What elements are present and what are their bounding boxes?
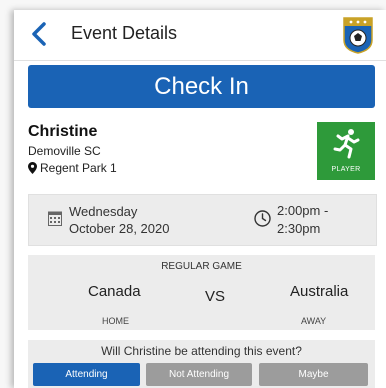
location-label: Regent Park 1	[40, 161, 117, 175]
home-team-name: Canada	[88, 283, 141, 300]
role-label: PLAYER	[331, 166, 361, 173]
map-pin-icon	[28, 162, 37, 174]
event-day: Wednesday	[69, 204, 138, 219]
page-title: Event Details	[71, 23, 178, 43]
attending-button[interactable]: Attending	[33, 363, 140, 386]
runner-icon	[333, 129, 360, 159]
header-bar: Event Details	[14, 10, 386, 61]
attendance-panel: Will Christine be attending this event? …	[28, 340, 375, 388]
home-label: HOME	[102, 316, 129, 326]
not-attending-button[interactable]: Not Attending	[146, 363, 252, 386]
role-badge: PLAYER	[317, 122, 375, 180]
clock-icon	[254, 210, 271, 227]
matchup-panel: REGULAR GAME Canada VS Australia HOME AW…	[28, 255, 375, 330]
back-chevron-icon[interactable]	[28, 20, 50, 48]
check-in-button[interactable]: Check In	[28, 65, 375, 108]
event-time-start: 2:00pm -	[277, 203, 329, 218]
versus-label: VS	[205, 288, 226, 305]
player-name: Christine	[28, 123, 98, 140]
team-logo-icon	[343, 17, 373, 54]
away-team-name: Australia	[290, 283, 349, 300]
event-date: October 28, 2020	[69, 221, 170, 236]
event-details-screen: Event Details Check In Christine Demovil…	[14, 10, 386, 388]
event-time-end: 2:30pm	[277, 221, 321, 236]
attendance-question: Will Christine be attending this event?	[101, 344, 302, 358]
game-type: REGULAR GAME	[161, 261, 242, 272]
calendar-icon	[48, 211, 62, 226]
maybe-button[interactable]: Maybe	[259, 363, 368, 386]
club-name: Demoville SC	[28, 144, 101, 158]
location-row[interactable]: Regent Park 1	[28, 161, 117, 175]
away-label: AWAY	[301, 316, 327, 326]
date-time-panel: Wednesday October 28, 2020 2:00pm - 2:30…	[28, 194, 377, 246]
